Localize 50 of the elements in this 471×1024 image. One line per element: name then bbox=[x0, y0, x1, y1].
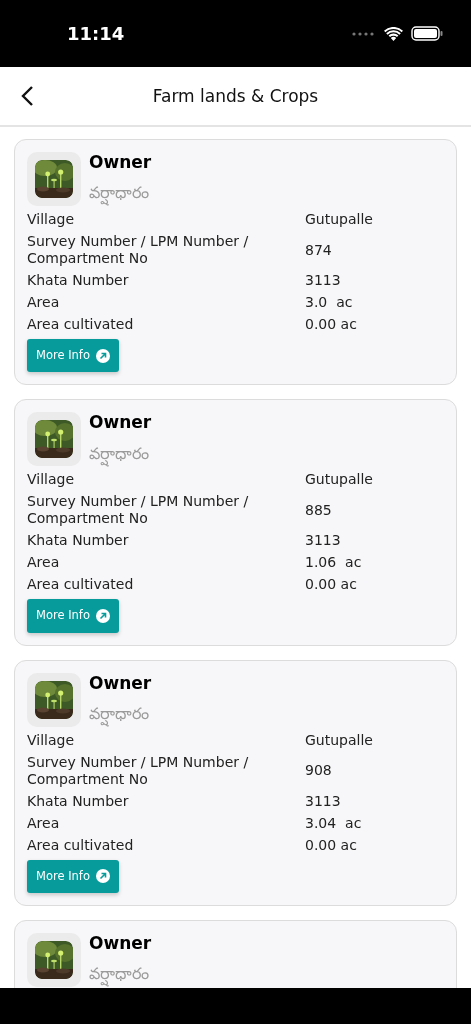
field-value: 885 bbox=[305, 501, 332, 519]
field-label: Survey Number / LPM Number / Compartment No bbox=[27, 493, 250, 528]
field-value: 3.0 ac bbox=[305, 294, 353, 311]
field-value: 3113 bbox=[305, 272, 341, 289]
irrigation-type: వర్షాధారం bbox=[89, 441, 152, 466]
field-value: 0.00 ac bbox=[305, 316, 357, 333]
field-value: 874 bbox=[305, 241, 332, 259]
owner-title: Owner bbox=[89, 672, 152, 693]
field-label: Area cultivated bbox=[27, 576, 135, 594]
field-label: Khata Number bbox=[27, 272, 130, 289]
field-label: Survey Number / LPM Number / Compartment No bbox=[27, 233, 250, 267]
status-time: 11:14 bbox=[67, 22, 125, 46]
battery-icon bbox=[411, 26, 443, 41]
field-value: Gutupalle bbox=[305, 471, 373, 489]
field-label: Khata Number bbox=[27, 532, 130, 550]
owner-title: Owner bbox=[89, 152, 152, 173]
field-value: 1.06 ac bbox=[305, 554, 362, 572]
field-value: 3113 bbox=[305, 532, 341, 550]
wifi-icon bbox=[384, 26, 403, 41]
external-link-icon bbox=[95, 608, 110, 623]
owner-title: Owner bbox=[89, 932, 152, 954]
field-label: Area bbox=[27, 814, 61, 832]
field-label: Village bbox=[27, 211, 76, 228]
external-link-icon bbox=[95, 869, 110, 884]
field-label: Area bbox=[27, 554, 61, 572]
field-value: Gutupalle bbox=[305, 211, 373, 228]
irrigation-type: వర్షాధారం bbox=[89, 962, 152, 987]
back-button[interactable] bbox=[20, 85, 34, 107]
irrigation-type: వర్షాధారం bbox=[89, 701, 152, 726]
field-label: Khata Number bbox=[27, 792, 130, 810]
more-info-button[interactable]: More Info bbox=[27, 599, 119, 633]
field-label: Village bbox=[27, 731, 76, 749]
signal-icon bbox=[352, 31, 376, 36]
field-label: Area bbox=[27, 294, 61, 311]
field-value: Gutupalle bbox=[305, 731, 373, 749]
field-value: 908 bbox=[305, 762, 332, 779]
field-value: 3113 bbox=[305, 792, 341, 810]
field-value: 0.00 ac bbox=[305, 576, 357, 594]
page-title: Farm lands & Crops bbox=[152, 85, 319, 107]
field-value: 3.04 ac bbox=[305, 814, 362, 832]
field-label: Area cultivated bbox=[27, 836, 135, 854]
more-info-button[interactable]: More Info bbox=[27, 859, 119, 893]
field-label: Area cultivated bbox=[27, 316, 135, 333]
field-value: 0.00 ac bbox=[305, 836, 357, 854]
field-label: Village bbox=[27, 471, 76, 489]
irrigation-type: వర్షాధారం bbox=[89, 181, 152, 206]
owner-title: Owner bbox=[89, 412, 152, 433]
more-info-button[interactable]: More Info bbox=[27, 339, 119, 373]
field-label: Survey Number / LPM Number / Compartment No bbox=[27, 753, 250, 788]
external-link-icon bbox=[95, 348, 110, 363]
